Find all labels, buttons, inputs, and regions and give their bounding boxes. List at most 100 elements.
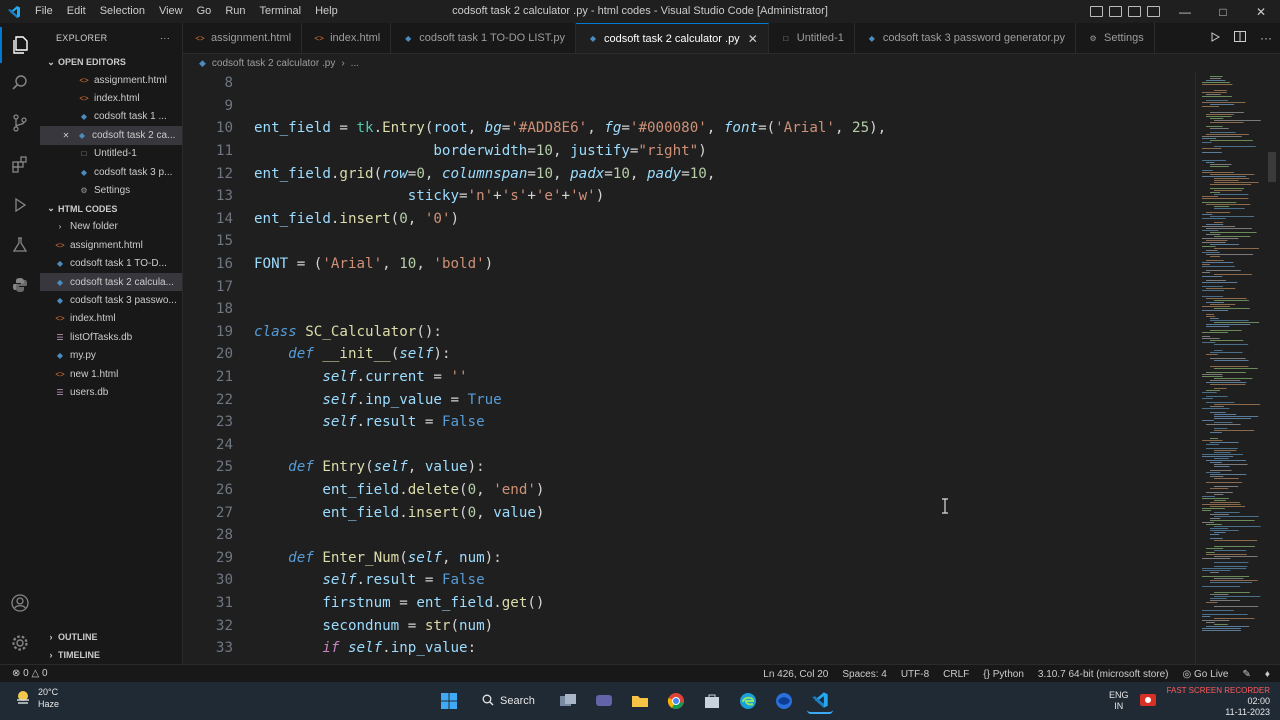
notifications-bell-icon[interactable]: ♦ [1265,669,1270,680]
file-tree-item[interactable]: ◆ codsoft task 1 TO-D... [40,255,182,273]
teams-chat-icon[interactable] [591,688,617,714]
more-actions-icon[interactable]: ··· [1260,31,1272,45]
line-number: 26 [215,482,233,499]
file-tree-item[interactable]: <> new 1.html [40,365,182,383]
file-tree-item[interactable]: ◆ codsoft task 3 passwo... [40,291,182,309]
weather-widget[interactable]: 20°C Haze [14,686,59,710]
customize-layout-icon[interactable] [1147,6,1160,17]
menu-edit[interactable]: Edit [60,0,93,23]
code-line: 28 [183,524,233,547]
search-icon[interactable] [0,65,40,101]
tab-4[interactable]: ◆ codsoft task 2 calculator .py ✕ [575,23,769,53]
timeline-header[interactable]: › TIMELINE [40,646,182,664]
encoding[interactable]: UTF-8 [901,669,929,680]
menu-run[interactable]: Run [218,0,252,23]
file-tree-item[interactable]: ☰ listOfTasks.db [40,328,182,346]
minimap-line [1202,498,1229,499]
testing-icon[interactable] [0,227,40,263]
maximize-button[interactable]: □ [1204,0,1242,23]
task-view-icon[interactable] [555,688,581,714]
source-control-icon[interactable] [0,105,40,141]
close-window-button[interactable]: ✕ [1242,0,1280,23]
open-editor-item[interactable]: <> index.html [40,89,182,107]
menu-terminal[interactable]: Terminal [253,0,309,23]
code-editor[interactable]: 8 9 10 ent_field = tk.Entry(root, bg='#AD… [183,72,1195,664]
run-python-file-icon[interactable] [1210,31,1221,45]
vscode-taskbar-icon[interactable] [806,688,833,714]
file-tree-item[interactable]: <> index.html [40,310,182,328]
file-explorer-icon[interactable] [627,688,653,714]
open-editor-item[interactable]: ◆ codsoft task 1 ... [40,108,182,126]
clock[interactable]: FAST SCREEN RECORDER 02:00 11-11-2023 [1167,685,1270,718]
windows-start-icon[interactable] [436,688,462,714]
menu-help[interactable]: Help [308,0,345,23]
cursor-position[interactable]: Ln 426, Col 20 [763,669,828,680]
python-icon: ◆ [56,351,64,361]
language-mode[interactable]: {} Python [983,669,1024,680]
tab-1[interactable]: <> assignment.html [183,23,303,53]
breadcrumb-file[interactable]: codsoft task 2 calculator .py [212,58,335,69]
tab-2[interactable]: <> index.html [302,23,392,53]
open-editor-item[interactable]: ✕ ◆ codsoft task 2 ca... [40,126,182,145]
open-editor-item[interactable]: <> assignment.html [40,71,182,89]
indentation[interactable]: Spaces: 4 [842,669,886,680]
minimap[interactable] [1195,72,1280,664]
breadcrumb-symbol[interactable]: ... [351,58,359,69]
file-tree-item[interactable]: ☰ users.db [40,383,182,401]
go-live-button[interactable]: ◎ Go Live [1183,669,1229,680]
tab-3[interactable]: ◆ codsoft task 1 TO-DO LIST.py [391,23,576,53]
line-endings[interactable]: CRLF [943,669,969,680]
explorer-icon[interactable] [0,27,40,63]
minimap-line [1206,126,1223,127]
manage-gear-icon[interactable] [0,625,40,661]
minimap-line [1214,592,1250,593]
edge-icon[interactable] [735,688,761,714]
toggle-panel-icon[interactable] [1109,6,1122,17]
open-editor-item[interactable]: □ Untitled-1 [40,145,182,163]
feedback-icon[interactable]: ✎ [1243,669,1251,680]
extensions-icon[interactable] [0,147,40,183]
accounts-icon[interactable] [0,585,40,621]
minimap-line [1214,360,1249,361]
menu-view[interactable]: View [152,0,190,23]
close-icon[interactable]: ✕ [748,32,758,46]
braces-icon: {} [983,668,993,680]
toggle-secondary-sidebar-icon[interactable] [1128,6,1141,17]
language-indicator[interactable]: ENG IN [1109,690,1129,712]
minimap-line [1210,528,1228,529]
minimap-line [1206,402,1235,403]
browser-icon[interactable] [771,688,797,714]
tab-7[interactable]: ⚙ Settings [1076,23,1155,53]
open-editor-item[interactable]: ◆ codsoft task 3 p... [40,163,182,181]
tab-5[interactable]: □ Untitled-1 [769,23,855,53]
tab-6[interactable]: ◆ codsoft task 3 password generator.py [855,23,1077,53]
open-editors-header[interactable]: ⌄ OPEN EDITORS [40,53,182,71]
chrome-icon[interactable] [663,688,689,714]
minimap-line [1210,244,1240,245]
menu-selection[interactable]: Selection [93,0,152,23]
file-tree-item[interactable]: ◆ codsoft task 2 calcula... [40,272,182,292]
run-debug-icon[interactable] [0,187,40,223]
taskbar-search[interactable]: Search [472,688,545,714]
more-actions-icon[interactable]: ··· [160,33,170,43]
menu-go[interactable]: Go [190,0,219,23]
folder-header[interactable]: ⌄ HTML CODES [40,200,182,218]
file-tree-item[interactable]: › New folder [40,218,182,236]
menu-file[interactable]: File [28,0,60,23]
open-editor-item[interactable]: ⚙ Settings [40,181,182,199]
vertical-scrollbar[interactable] [1268,152,1276,182]
close-icon[interactable]: ✕ [60,129,72,141]
minimap-line [1202,272,1211,273]
problems-indicator[interactable]: ⊗ 0 △ 0 [12,668,48,679]
toggle-sidebar-icon[interactable] [1090,6,1103,17]
screen-recorder-icon[interactable] [1139,692,1157,710]
outline-header[interactable]: › OUTLINE [40,628,182,646]
store-icon[interactable] [699,688,725,714]
minimize-button[interactable]: — [1166,0,1204,23]
file-tree-item[interactable]: ◆ my.py [40,346,182,364]
file-tree-item[interactable]: <> assignment.html [40,236,182,254]
split-editor-icon[interactable] [1234,31,1246,45]
python-interpreter[interactable]: 3.10.7 64-bit (microsoft store) [1038,669,1169,680]
line-number: 33 [215,640,233,657]
python-extension-icon[interactable] [0,267,40,303]
